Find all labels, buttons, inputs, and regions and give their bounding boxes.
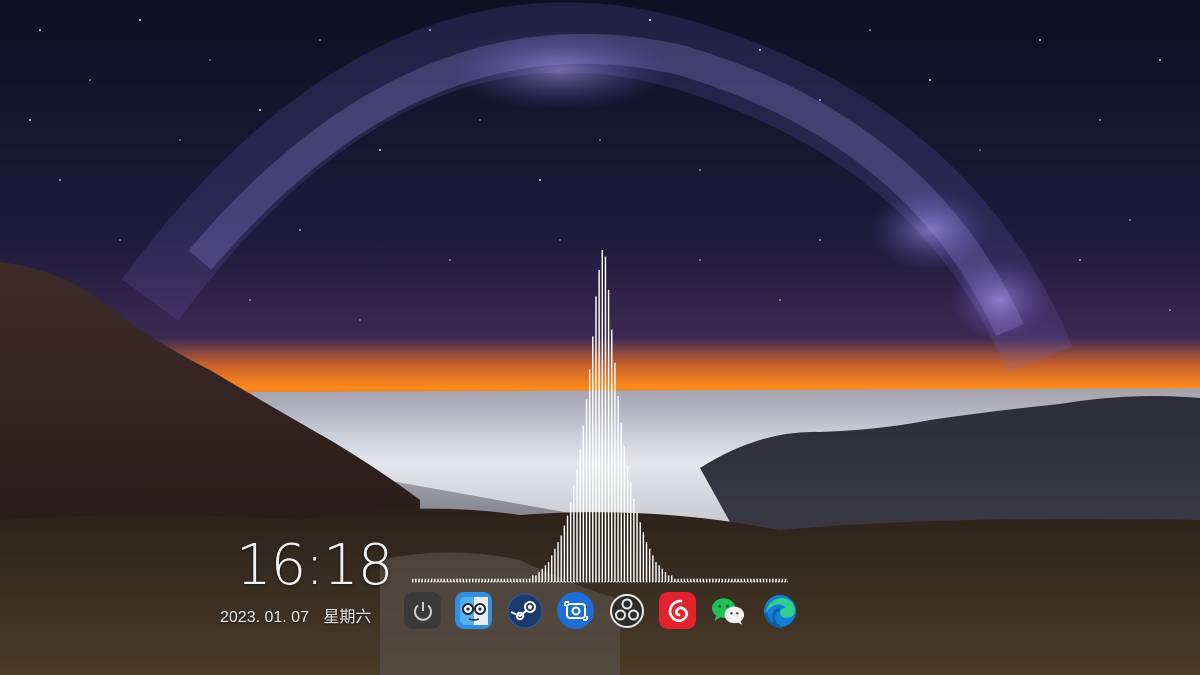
netease-music-button[interactable] <box>659 592 696 629</box>
desktop-wallpaper <box>0 0 1200 675</box>
clock-weekday: 星期六 <box>323 609 372 626</box>
app-dock <box>404 592 798 632</box>
wechat-icon <box>711 597 745 625</box>
edge-icon <box>763 594 796 629</box>
obs-button[interactable] <box>608 592 645 629</box>
glasses-face-icon <box>459 596 488 625</box>
clock-time: 16:18 <box>236 533 393 598</box>
face-app-button[interactable] <box>455 592 492 629</box>
obs-icon <box>609 593 644 628</box>
power-button[interactable] <box>404 592 441 629</box>
steam-icon <box>507 593 542 628</box>
wallpaper-image <box>0 0 1200 675</box>
wechat-button[interactable] <box>710 592 747 629</box>
capture-icon <box>563 600 588 621</box>
clock-date-row: 2023. 01. 07 星期六 <box>220 606 371 630</box>
screenshot-button[interactable] <box>557 592 594 629</box>
clock-date: 2023. 01. 07 <box>220 609 309 626</box>
power-icon <box>413 601 432 621</box>
netease-music-icon <box>668 599 688 622</box>
steam-button[interactable] <box>506 592 543 629</box>
edge-button[interactable] <box>761 592 798 629</box>
